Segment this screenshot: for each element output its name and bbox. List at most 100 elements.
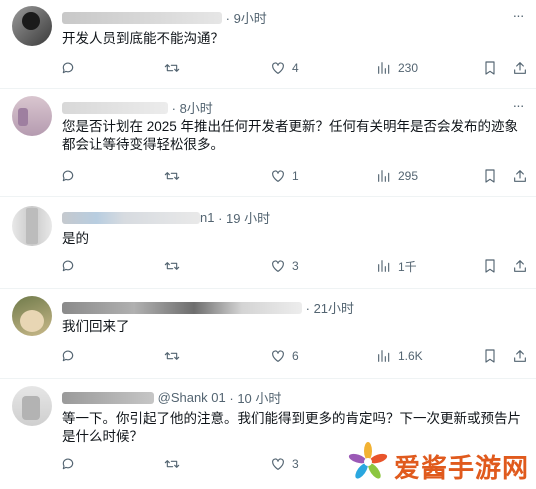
views-icon [378, 62, 390, 74]
heart-icon [272, 260, 284, 272]
bookmark-icon [485, 349, 495, 363]
more-icon[interactable]: ··· [508, 98, 528, 116]
avatar[interactable] [12, 386, 52, 426]
post-1[interactable]: · 9小时 ··· 开发人员到底能不能沟通？ 4 230 [0, 0, 536, 89]
views-button[interactable]: 230 [376, 58, 418, 78]
reply-button[interactable] [60, 166, 76, 186]
avatar[interactable] [12, 296, 52, 336]
like-count: 4 [292, 61, 299, 75]
bookmark-icon [485, 61, 495, 75]
retweet-icon [164, 460, 180, 468]
post-header: n1 · 19 小时 [62, 208, 270, 226]
bookmark-button[interactable] [482, 256, 498, 276]
post-actions: 3 1千 [60, 256, 530, 276]
reply-icon [62, 260, 74, 272]
avatar[interactable] [12, 6, 52, 46]
heart-icon [272, 170, 284, 182]
reply-button[interactable] [60, 256, 76, 276]
post-time[interactable]: · 10 小时 [229, 391, 281, 406]
heart-icon [272, 458, 284, 470]
post-time[interactable]: · 19 小时 [218, 211, 270, 226]
avatar[interactable] [12, 206, 52, 246]
retweet-icon [164, 172, 180, 180]
retweet-button[interactable] [164, 166, 180, 186]
retweet-icon [164, 262, 180, 270]
views-count: 295 [398, 169, 419, 183]
post-2[interactable]: · 8小时 ··· 您是否计划在 2025 年推出任何开发者更新？任何有关明年是… [0, 88, 536, 197]
heart-icon [272, 350, 284, 362]
share-button[interactable] [512, 346, 528, 366]
share-icon [514, 350, 526, 362]
reply-button[interactable] [60, 58, 76, 78]
watermark-text: 爱酱手游网 [394, 454, 530, 484]
retweet-icon [164, 352, 180, 360]
post-actions: 4 230 [60, 58, 530, 78]
bookmark-button[interactable] [482, 166, 498, 186]
post-3[interactable]: n1 · 19 小时 是的 3 1千 [0, 196, 536, 289]
views-icon [378, 350, 390, 362]
blurred-username[interactable] [62, 211, 200, 224]
reply-button[interactable] [60, 454, 76, 474]
post-actions: 1 295 [60, 166, 530, 186]
blurred-username[interactable] [62, 391, 154, 404]
post-time[interactable]: · 21小时 [306, 301, 354, 316]
like-button[interactable]: 6 [270, 346, 299, 366]
post-text: 您是否计划在 2025 年推出任何开发者更新？任何有关明年是否会发布的迹象都会让… [62, 119, 519, 152]
bookmark-button[interactable] [482, 58, 498, 78]
blurred-username[interactable] [62, 101, 168, 114]
share-icon [514, 170, 526, 182]
reply-button[interactable] [60, 346, 76, 366]
retweet-button[interactable] [164, 256, 180, 276]
post-time[interactable]: · 9小时 [226, 11, 267, 26]
reply-icon [62, 350, 74, 362]
like-count: 6 [292, 349, 299, 363]
share-icon [514, 62, 526, 74]
post-text: 是的 [62, 231, 89, 246]
blurred-username[interactable] [62, 11, 222, 24]
retweet-button[interactable] [164, 454, 180, 474]
views-button[interactable]: 1.6K [376, 346, 423, 366]
flower-logo-icon [348, 442, 388, 479]
like-button[interactable]: 3 [270, 256, 299, 276]
reply-icon [62, 170, 74, 182]
more-icon[interactable]: ··· [508, 8, 528, 26]
views-button[interactable]: 295 [376, 166, 418, 186]
reply-icon [62, 458, 74, 470]
like-button[interactable]: 3 [270, 454, 299, 474]
avatar[interactable] [12, 96, 52, 136]
share-button[interactable] [512, 166, 528, 186]
username-fragment: n1 [200, 210, 215, 225]
watermark-logo: 爱酱手游网 [346, 440, 536, 486]
views-button[interactable]: 1千 [376, 256, 417, 276]
post-header: @Shank 01 · 10 小时 [62, 388, 281, 406]
blurred-username[interactable] [62, 301, 302, 314]
views-count: 1.6K [398, 349, 423, 363]
post-text: 开发人员到底能不能沟通？ [62, 31, 224, 46]
views-count: 1千 [398, 259, 417, 274]
retweet-button[interactable] [164, 58, 180, 78]
like-count: 3 [292, 259, 299, 273]
bookmark-button[interactable] [482, 346, 498, 366]
post-4[interactable]: · 21小时 我们回来了 6 1.6K [0, 288, 536, 379]
like-button[interactable]: 1 [270, 166, 299, 186]
post-time[interactable]: · 8小时 [172, 101, 213, 116]
share-icon [514, 260, 526, 272]
bookmark-icon [485, 259, 495, 273]
retweet-button[interactable] [164, 346, 180, 366]
views-icon [378, 260, 390, 272]
username-fragment: @Shank 01 [157, 390, 226, 405]
post-header: · 9小时 [62, 8, 267, 26]
share-button[interactable] [512, 256, 528, 276]
bookmark-icon [485, 169, 495, 183]
like-button[interactable]: 4 [270, 58, 299, 78]
like-count: 3 [292, 457, 299, 471]
like-count: 1 [292, 169, 299, 183]
retweet-icon [164, 64, 180, 72]
post-text: 我们回来了 [62, 319, 130, 334]
reply-icon [62, 62, 74, 74]
post-header: · 8小时 [62, 98, 213, 116]
share-button[interactable] [512, 58, 528, 78]
heart-icon [272, 62, 284, 74]
views-icon [378, 170, 390, 182]
views-count: 230 [398, 61, 419, 75]
